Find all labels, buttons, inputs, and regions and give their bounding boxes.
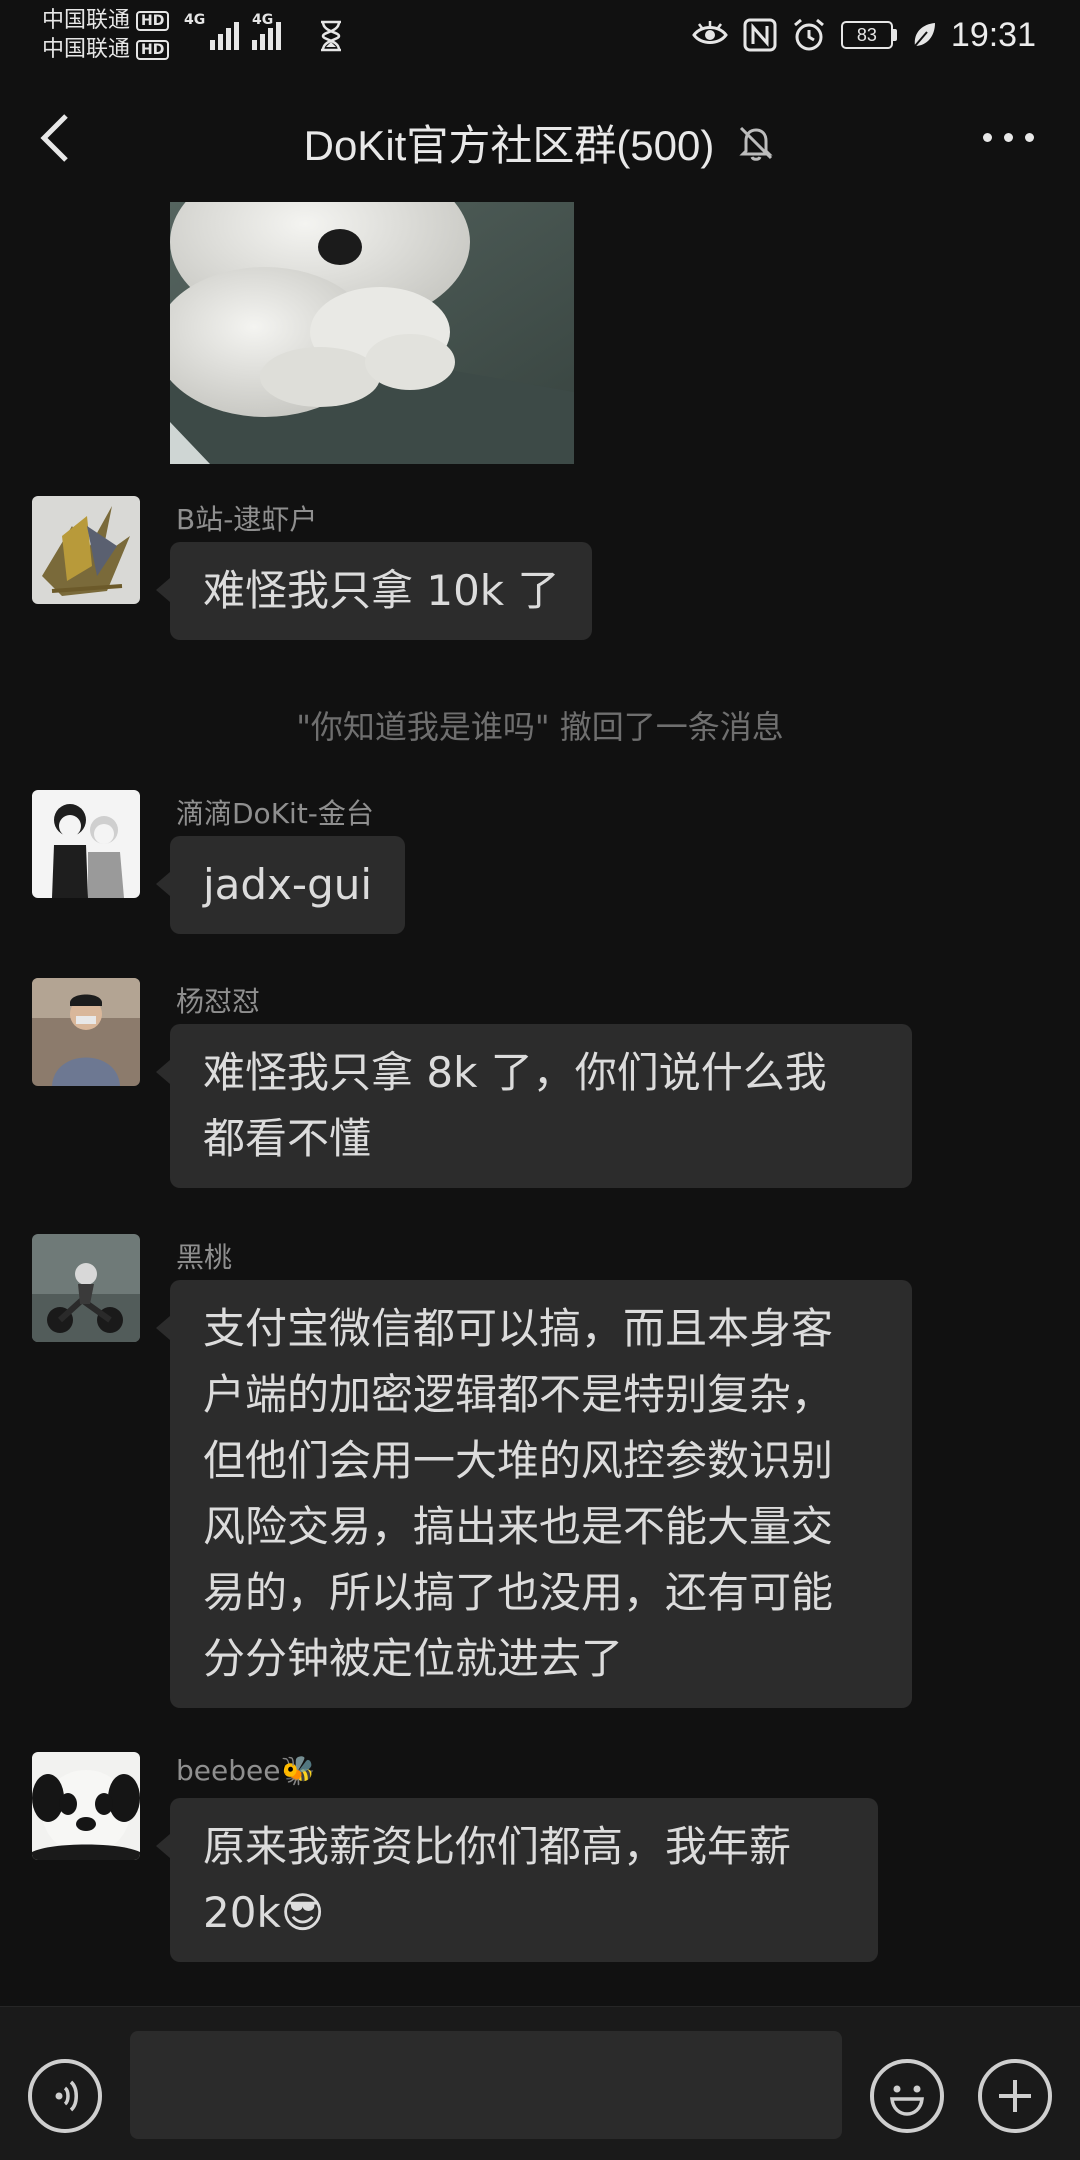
sender-name: 黑桃 xyxy=(176,1241,233,1274)
carrier-2: 中国联通 xyxy=(42,37,131,62)
message-line: 支付宝微信都可以搞，而且本身客 xyxy=(203,1304,834,1353)
message-line: 易的，所以搞了也没用，还有可能 xyxy=(203,1568,834,1617)
clock: 19:31 xyxy=(950,15,1036,54)
message-bubble[interactable]: 难怪我只拿 10k 了 xyxy=(155,542,593,640)
signal-icon-2: 4G xyxy=(252,12,281,50)
voice-button[interactable] xyxy=(28,2059,102,2133)
image-message[interactable] xyxy=(170,202,574,464)
chat-area[interactable]: B站-逮虾户 难怪我只拿 10k 了 "你知道我是谁吗" 撤回了一条消息 滴滴D… xyxy=(0,200,1080,2006)
voice-icon xyxy=(55,2080,78,2112)
status-bar: 中国联通 HD 中国联通 HD 4G 4G 83 19:31 xyxy=(0,0,1080,70)
hd-badge-2: HD xyxy=(136,39,170,60)
message-item: 滴滴DoKit-金台 jadx-gui xyxy=(0,790,1080,960)
more-dots-icon xyxy=(982,132,992,142)
avatar[interactable] xyxy=(32,1752,140,1860)
avatar[interactable] xyxy=(32,790,140,898)
page-title: DoKit官方社区群(500) xyxy=(303,122,715,169)
avatar[interactable] xyxy=(32,1234,140,1342)
message-line: 分分钟被定位就进去了 xyxy=(203,1634,624,1683)
message-bubble[interactable]: 支付宝微信都可以搞，而且本身客 户端的加密逻辑都不是特别复杂， 但他们会用一大堆… xyxy=(156,1280,912,1708)
alarm-icon xyxy=(793,18,824,51)
sender-name: 杨怼怼 xyxy=(176,985,261,1018)
message-item: 黑桃 支付宝微信都可以搞，而且本身客 户端的加密逻辑都不是特别复杂， 但他们会用… xyxy=(0,1234,1080,1734)
sender-name: beebee🐝 xyxy=(176,1754,316,1787)
carrier-1: 中国联通 xyxy=(42,8,131,33)
message-bubble[interactable]: 难怪我只拿 8k 了，你们说什么我 都看不懂 xyxy=(156,1024,912,1188)
message-item: beebee🐝 原来我薪资比你们都高，我年薪 20k😎 xyxy=(0,1752,1080,1992)
sender-name: 滴滴DoKit-金台 xyxy=(176,797,374,830)
hourglass-icon xyxy=(321,20,341,52)
message-line: 都看不懂 xyxy=(203,1114,372,1163)
message-line: 难怪我只拿 8k 了，你们说什么我 xyxy=(203,1048,827,1097)
hd-badge-1: HD xyxy=(136,10,170,31)
avatar[interactable] xyxy=(32,978,140,1086)
sender-name: B站-逮虾户 xyxy=(176,503,318,536)
signal-icon-1: 4G xyxy=(184,12,239,50)
message-input[interactable] xyxy=(130,2031,842,2139)
message-line: 但他们会用一大堆的风控参数识别 xyxy=(203,1436,834,1485)
message-line: 难怪我只拿 10k 了 xyxy=(203,566,560,615)
message-line: 原来我薪资比你们都高，我年薪 xyxy=(203,1822,792,1871)
eye-icon xyxy=(692,21,728,44)
avatar[interactable] xyxy=(32,496,140,604)
message-item: B站-逮虾户 难怪我只拿 10k 了 xyxy=(0,496,1080,666)
battery-level: 83 xyxy=(840,21,893,49)
plus-button[interactable] xyxy=(978,2059,1052,2133)
message-line: 20k😎 xyxy=(203,1888,325,1937)
message-line: 风险交易，搞出来也是不能大量交 xyxy=(203,1502,834,1551)
message-bubble[interactable]: jadx-gui xyxy=(155,836,406,934)
carrier-info: 中国联通 HD 中国联通 HD xyxy=(42,6,170,64)
plus-icon xyxy=(999,2080,1031,2112)
emoji-icon xyxy=(890,2085,924,2116)
bell-off-icon xyxy=(739,126,773,161)
message-line: jadx-gui xyxy=(203,860,373,909)
chat-header: DoKit官方社区群(500) xyxy=(0,70,1080,200)
recall-notice: "你知道我是谁吗" 撤回了一条消息 xyxy=(296,708,784,746)
network-label-1: 4G xyxy=(184,12,206,28)
status-right: 83 19:31 xyxy=(691,12,1036,58)
message-bubble[interactable]: 原来我薪资比你们都高，我年薪 20k😎 xyxy=(156,1798,878,1962)
battery-icon: 83 xyxy=(840,21,897,49)
nfc-icon xyxy=(743,18,777,52)
leaf-icon xyxy=(914,23,935,47)
input-bar xyxy=(0,2006,1080,2160)
message-line: 户端的加密逻辑都不是特别复杂， xyxy=(203,1370,834,1419)
network-label-2: 4G xyxy=(252,12,274,28)
message-item: 杨怼怼 难怪我只拿 8k 了，你们说什么我 都看不懂 xyxy=(0,978,1080,1208)
emoji-button[interactable] xyxy=(870,2059,944,2133)
more-button[interactable] xyxy=(978,122,1038,152)
